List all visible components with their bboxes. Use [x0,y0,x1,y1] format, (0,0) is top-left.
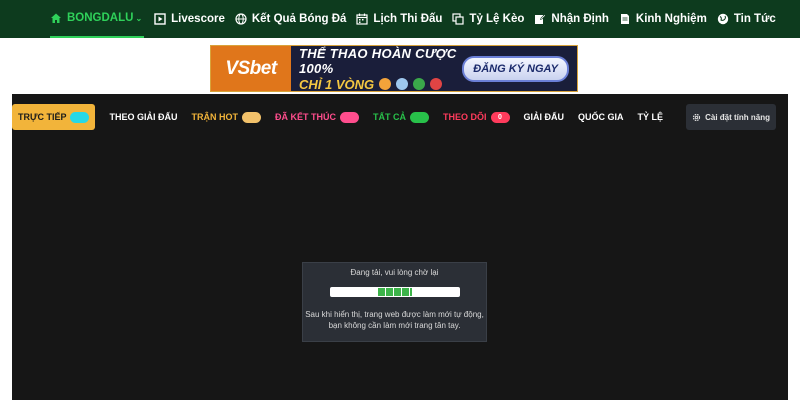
nav-label: Kinh Nghiệm [635,13,707,25]
nav-item-experience[interactable]: Kinh Nghiệm [619,0,707,38]
document-icon [619,13,631,25]
chevron-down-icon: ⌄ [135,13,143,23]
loading-note-line2: bạn không cần làm mới trang tân tay. [328,321,461,330]
vsbet-logo: VS bet [211,46,291,91]
loading-note-line1: Sau khi hiển thị, trang web được làm mới… [305,310,484,319]
filter-finished[interactable]: ĐÃ KẾT THÚC [275,104,359,130]
nav-label: Kết Quả Bóng Đá [251,13,347,25]
count-badge [409,111,429,123]
filter-following[interactable]: THEO DÕI 0 [443,104,510,130]
club-badge-icon [413,78,426,90]
top-nav: BONGDALU ⌄ Livescore Kết Quả Bóng Đá Lịc… [0,0,800,38]
filter-by-league[interactable]: THEO GIẢI ĐẤU [109,104,177,130]
club-badge-icon [430,78,443,90]
nav-brand[interactable]: BONGDALU ⌄ [50,0,145,38]
livescore-panel: TRỰC TIẾP THEO GIẢI ĐẤU TRẬN HOT ĐÃ KẾT … [12,94,788,400]
filter-countries[interactable]: QUỐC GIA [578,104,624,130]
nav-item-predictions[interactable]: Nhận Định [534,0,609,38]
filter-label: QUỐC GIA [578,112,624,122]
filter-label: TẤT CẢ [372,112,406,122]
feature-settings-button[interactable]: Cài đặt tính năng [686,104,776,130]
nav-item-results[interactable]: Kết Quả Bóng Đá [235,0,347,38]
club-badge-icon [379,78,392,90]
loading-title: Đang tải, vui lòng chờ lại [350,268,439,277]
banner-headline: THỂ THAO HOÀN CƯỢC 100% [299,45,457,76]
nav-item-schedule[interactable]: Lịch Thi Đấu [356,0,442,38]
nav-label: Nhận Định [551,13,609,25]
copy-icon [452,13,465,25]
loading-note: Sau khi hiển thị, trang web được làm mới… [303,309,486,331]
filter-label: TỶ LỆ [637,112,664,122]
edit-icon [534,13,547,25]
play-box-icon [154,13,166,25]
loading-progress-bar [329,287,460,297]
filter-label: ĐÃ KẾT THÚC [274,112,336,122]
globe-icon [717,13,729,25]
ad-banner[interactable]: VS bet THỂ THAO HOÀN CƯỢC 100% CHỈ 1 VÒNG… [210,45,578,92]
home-icon [50,12,62,24]
globe-icon [235,13,247,25]
logo-bet: bet [249,57,278,79]
nav-label: Livescore [171,13,225,25]
filter-bar: TRỰC TIẾP THEO GIẢI ĐẤU TRẬN HOT ĐÃ KẾT … [12,104,677,130]
banner-subline: CHỈ 1 VÒNG [299,76,462,92]
progress-fill [377,288,412,296]
filter-leagues[interactable]: GIẢI ĐẤU [524,104,565,130]
register-button[interactable]: ĐĂNG KÝ NGAY [462,55,569,82]
count-badge: 0 [490,111,510,123]
filter-odds[interactable]: TỶ LỆ [638,104,664,130]
logo-vs: VS [225,57,250,79]
count-badge [70,111,90,123]
loading-dialog: Đang tải, vui lòng chờ lại Sau khi hiển … [302,262,487,342]
banner-text: THỂ THAO HOÀN CƯỢC 100% CHỈ 1 VÒNG [291,45,462,92]
club-badge-icon [396,78,409,90]
filter-label: GIẢI ĐẤU [523,112,565,122]
banner-subline-text: CHỈ 1 VÒNG [299,76,375,92]
brand-label: BONGDALU [67,12,134,24]
nav-label: Tỷ Lệ Kèo [469,13,525,25]
nav-item-odds[interactable]: Tỷ Lệ Kèo [452,0,524,38]
filter-all[interactable]: TẤT CẢ [373,104,429,130]
filter-label: THEO DÕI [442,112,487,122]
nav-item-livescore[interactable]: Livescore [154,0,225,38]
settings-label: Cài đặt tính năng [705,112,770,122]
filter-label: THEO GIẢI ĐẤU [109,112,178,122]
gear-icon [692,113,701,122]
nav-label: Tin Tức [733,13,776,25]
nav-item-news[interactable]: Tin Tức [717,0,776,38]
count-badge [339,111,359,123]
filter-hot-matches[interactable]: TRẬN HOT [191,104,261,130]
filter-live[interactable]: TRỰC TIẾP [12,104,96,130]
filter-label: TRỰC TIẾP [18,112,67,122]
calendar-icon [356,13,369,25]
count-badge [241,111,261,123]
filter-label: TRẬN HOT [191,112,238,122]
nav-label: Lịch Thi Đấu [373,13,443,25]
